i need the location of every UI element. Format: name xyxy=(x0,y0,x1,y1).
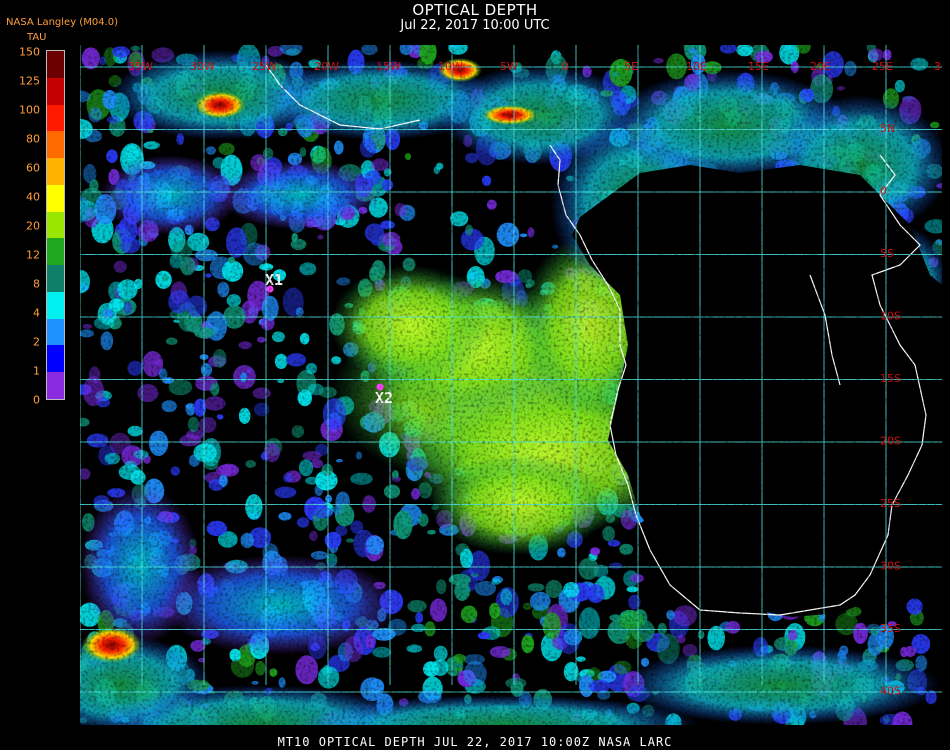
legend-swatch xyxy=(47,318,64,346)
legend-unit-label: TAU xyxy=(27,32,47,43)
legend-tick: 1 xyxy=(33,364,40,378)
color-legend-bar xyxy=(46,50,65,400)
legend-swatch xyxy=(47,265,64,293)
legend-tick: 0 xyxy=(33,393,40,407)
legend-swatch xyxy=(47,131,64,159)
legend-swatch xyxy=(47,238,64,266)
legend-swatch xyxy=(47,51,64,79)
legend-swatch xyxy=(47,211,64,239)
legend-swatch xyxy=(47,158,64,186)
legend-tick: 80 xyxy=(26,132,40,146)
legend-swatch xyxy=(47,345,64,373)
legend-swatch xyxy=(47,291,64,320)
legend-tick: 8 xyxy=(33,277,40,291)
legend-tick: 20 xyxy=(26,219,40,233)
legend-tick: 150 xyxy=(19,45,40,59)
texture-overlay xyxy=(80,45,942,725)
map-canvas: 35W30W25W20W15W10W5W05E10E15E20E25E30E35… xyxy=(80,45,942,725)
legend-swatch xyxy=(47,77,64,106)
map-title: OPTICAL DEPTH xyxy=(412,1,538,19)
legend-tick: 12 xyxy=(26,248,40,262)
legend-swatch xyxy=(47,184,64,213)
legend-tick: 125 xyxy=(19,74,40,88)
legend-tick: 100 xyxy=(19,103,40,117)
optical-depth-map[interactable]: 35W30W25W20W15W10W5W05E10E15E20E25E30E35… xyxy=(80,45,942,725)
legend-swatch xyxy=(47,104,64,132)
legend-swatch xyxy=(47,372,64,400)
legend-tick: 2 xyxy=(33,335,40,349)
map-timestamp: Jul 22, 2017 10:00 UTC xyxy=(400,18,550,33)
footer-caption: MT10 OPTICAL DEPTH JUL 22, 2017 10:00Z N… xyxy=(277,735,673,749)
legend-tick: 60 xyxy=(26,161,40,175)
product-label: NASA Langley (M04.0) xyxy=(6,17,118,28)
legend-tick: 40 xyxy=(26,190,40,204)
legend-tick: 4 xyxy=(33,306,40,320)
